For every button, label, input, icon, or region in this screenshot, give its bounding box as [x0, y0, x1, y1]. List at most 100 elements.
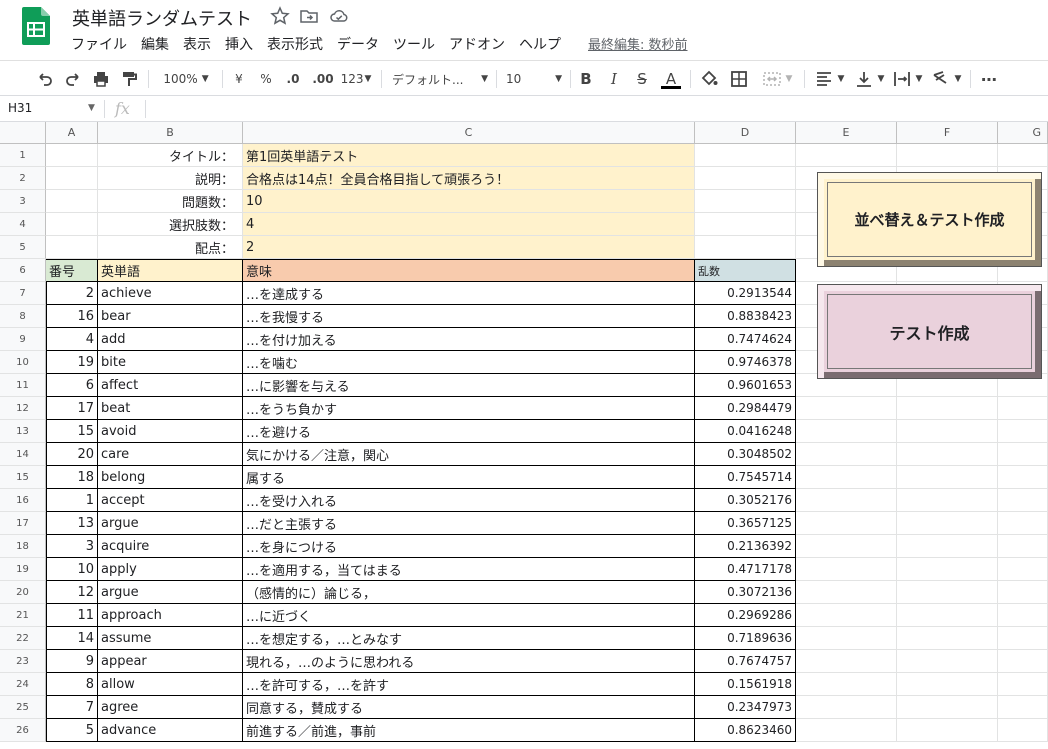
row-header[interactable]: 16 [0, 489, 46, 512]
word-cell[interactable]: argue [98, 581, 243, 604]
header-word-cell[interactable]: 英単語 [98, 259, 243, 282]
header-meaning-cell[interactable]: 意味 [243, 259, 695, 282]
empty-cell[interactable] [897, 650, 998, 673]
word-cell[interactable]: accept [98, 489, 243, 512]
empty-cell[interactable] [796, 466, 897, 489]
header-rand-cell[interactable]: 乱数 [695, 259, 796, 282]
text-color-icon[interactable]: A [660, 68, 682, 90]
meaning-cell[interactable]: …を身につける [243, 535, 695, 558]
empty-cell[interactable] [796, 397, 897, 420]
word-cell[interactable]: bite [98, 351, 243, 374]
row-header[interactable]: 19 [0, 558, 46, 581]
row-header[interactable]: 10 [0, 351, 46, 374]
column-header-d[interactable]: D [695, 122, 796, 144]
empty-cell[interactable] [695, 167, 796, 190]
empty-cell[interactable] [46, 144, 98, 167]
menu-addons[interactable]: アドオン [442, 32, 512, 56]
rand-cell[interactable]: 0.3657125 [695, 512, 796, 535]
row-header[interactable]: 12 [0, 397, 46, 420]
empty-cell[interactable] [46, 190, 98, 213]
sort-and-create-test-button[interactable]: 並べ替え＆テスト作成 [817, 172, 1042, 267]
empty-cell[interactable] [897, 673, 998, 696]
row-header[interactable]: 13 [0, 420, 46, 443]
meaning-cell[interactable]: …を避ける [243, 420, 695, 443]
empty-cell[interactable] [796, 696, 897, 719]
empty-cell[interactable] [998, 144, 1048, 167]
empty-cell[interactable] [998, 673, 1048, 696]
empty-cell[interactable] [897, 512, 998, 535]
empty-cell[interactable] [897, 144, 998, 167]
row-header[interactable]: 2 [0, 167, 46, 190]
more-options-icon[interactable]: ⋯ [978, 68, 1000, 90]
meta-value-cell[interactable]: 合格点は14点！全員合格目指して頑張ろう！ [243, 167, 695, 190]
column-header-f[interactable]: F [897, 122, 998, 144]
meaning-cell[interactable]: …をうち負かす [243, 397, 695, 420]
num-cell[interactable]: 20 [46, 443, 98, 466]
text-wrap-icon[interactable]: ▼ [890, 68, 924, 90]
cloud-saved-icon[interactable] [329, 6, 349, 26]
empty-cell[interactable] [998, 489, 1048, 512]
num-cell[interactable]: 16 [46, 305, 98, 328]
empty-cell[interactable] [897, 558, 998, 581]
empty-cell[interactable] [796, 581, 897, 604]
menu-format[interactable]: 表示形式 [260, 32, 330, 56]
rand-cell[interactable]: 0.7545714 [695, 466, 796, 489]
empty-cell[interactable] [998, 443, 1048, 466]
percent-button[interactable]: % [256, 68, 276, 90]
sheets-logo-icon[interactable] [22, 7, 50, 45]
name-box-caret-icon[interactable]: ▼ [88, 103, 95, 113]
row-header[interactable]: 18 [0, 535, 46, 558]
row-header[interactable]: 15 [0, 466, 46, 489]
empty-cell[interactable] [998, 420, 1048, 443]
meaning-cell[interactable]: …を適用する，当てはまる [243, 558, 695, 581]
meta-label-cell[interactable]: 問題数： [98, 190, 243, 213]
text-rotation-icon[interactable]: ▼ [928, 68, 964, 90]
merge-cells-icon[interactable]: ▼ [756, 68, 798, 90]
word-cell[interactable]: belong [98, 466, 243, 489]
empty-cell[interactable] [897, 535, 998, 558]
vertical-align-icon[interactable]: ▼ [852, 68, 886, 90]
meta-label-cell[interactable]: 選択肢数： [98, 213, 243, 236]
row-header[interactable]: 14 [0, 443, 46, 466]
redo-icon[interactable] [62, 68, 84, 90]
empty-cell[interactable] [796, 144, 897, 167]
word-cell[interactable]: appear [98, 650, 243, 673]
row-header[interactable]: 11 [0, 374, 46, 397]
empty-cell[interactable] [796, 558, 897, 581]
increase-decimal-button[interactable]: .00 [310, 68, 336, 90]
word-cell[interactable]: acquire [98, 535, 243, 558]
empty-cell[interactable] [998, 535, 1048, 558]
meaning-cell[interactable]: 属する [243, 466, 695, 489]
rand-cell[interactable]: 0.3052176 [695, 489, 796, 512]
meaning-cell[interactable]: …を達成する [243, 282, 695, 305]
rand-cell[interactable]: 0.3048502 [695, 443, 796, 466]
meta-value-cell[interactable]: 第1回英単語テスト [243, 144, 695, 167]
num-cell[interactable]: 11 [46, 604, 98, 627]
word-cell[interactable]: assume [98, 627, 243, 650]
empty-cell[interactable] [897, 489, 998, 512]
num-cell[interactable]: 18 [46, 466, 98, 489]
meaning-cell[interactable]: …を付け加える [243, 328, 695, 351]
num-cell[interactable]: 19 [46, 351, 98, 374]
empty-cell[interactable] [695, 190, 796, 213]
word-cell[interactable]: advance [98, 719, 243, 742]
empty-cell[interactable] [897, 581, 998, 604]
num-cell[interactable]: 4 [46, 328, 98, 351]
font-size-select[interactable]: 10 ▼ [506, 68, 562, 90]
meaning-cell[interactable]: …を受け入れる [243, 489, 695, 512]
name-box[interactable]: H31 [8, 101, 32, 115]
rand-cell[interactable]: 0.2347973 [695, 696, 796, 719]
meaning-cell[interactable]: …に影響を与える [243, 374, 695, 397]
empty-cell[interactable] [796, 535, 897, 558]
meaning-cell[interactable]: 同意する，賛成する [243, 696, 695, 719]
font-family-select[interactable]: デフォルト... ▼ [392, 68, 488, 90]
empty-cell[interactable] [998, 627, 1048, 650]
word-cell[interactable]: argue [98, 512, 243, 535]
meaning-cell[interactable]: …を我慢する [243, 305, 695, 328]
empty-cell[interactable] [897, 466, 998, 489]
word-cell[interactable]: care [98, 443, 243, 466]
empty-cell[interactable] [998, 696, 1048, 719]
word-cell[interactable]: add [98, 328, 243, 351]
rand-cell[interactable]: 0.2136392 [695, 535, 796, 558]
row-header[interactable]: 26 [0, 719, 46, 742]
